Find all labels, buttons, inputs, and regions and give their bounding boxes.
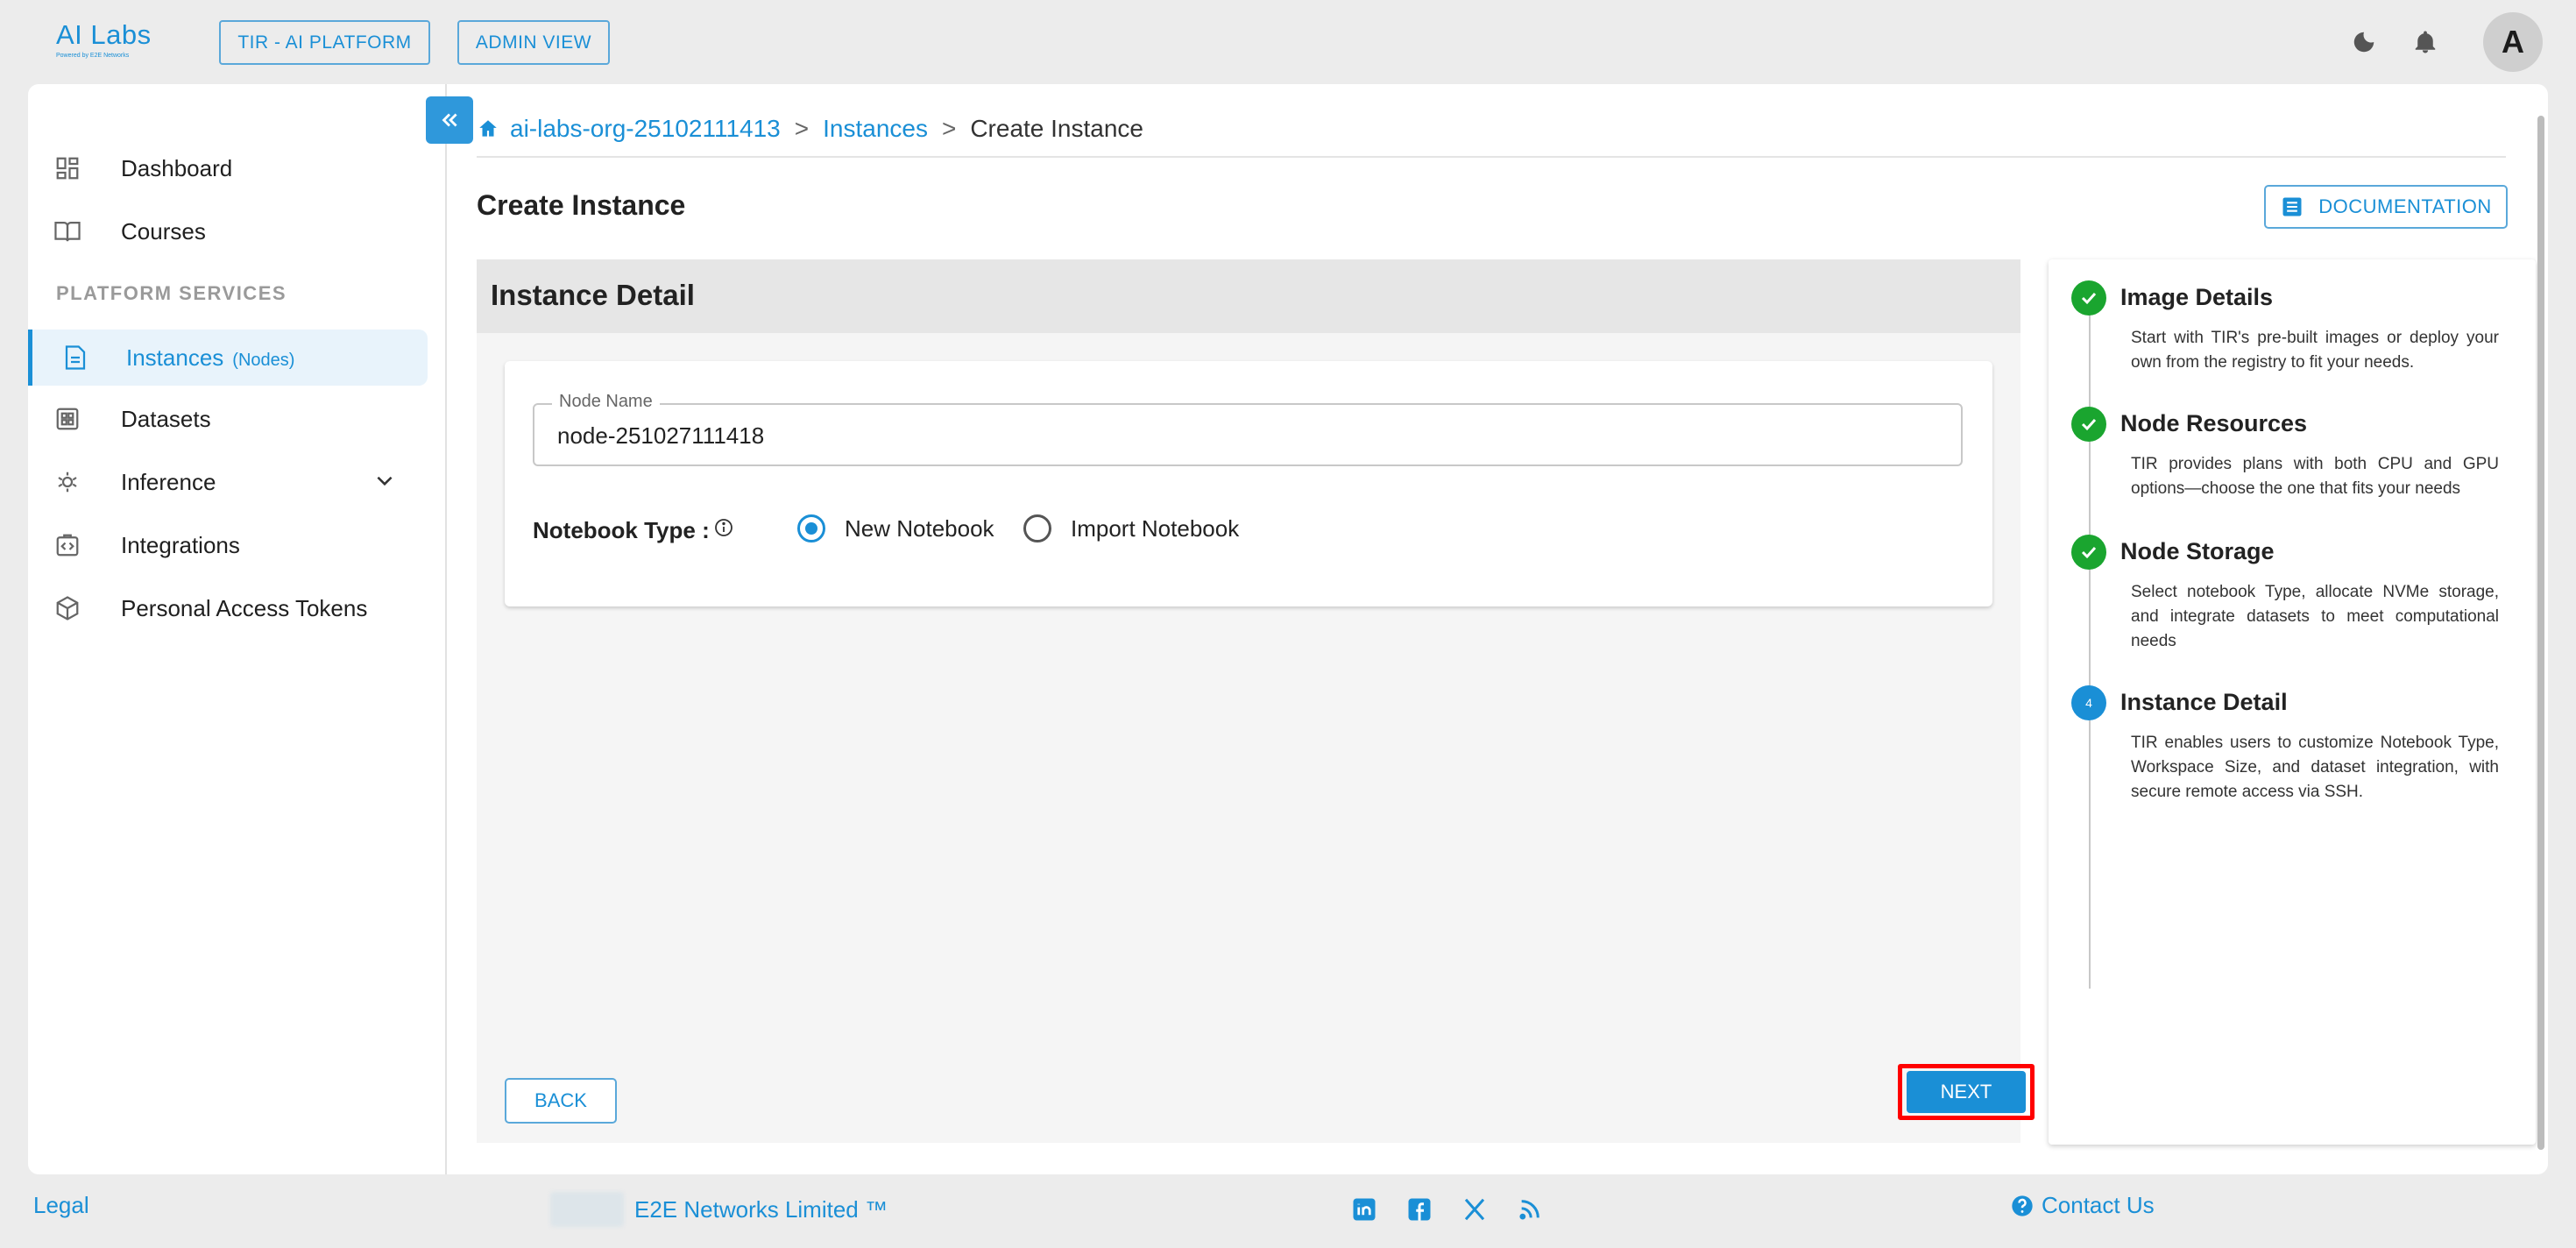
user-avatar[interactable]: A — [2483, 12, 2543, 72]
documentation-button[interactable]: DOCUMENTATION — [2264, 185, 2508, 229]
home-icon[interactable] — [477, 117, 499, 140]
tir-platform-button[interactable]: TIR - AI PLATFORM — [219, 20, 430, 65]
radio-selected-icon — [797, 514, 825, 542]
dark-mode-icon[interactable] — [2345, 23, 2383, 61]
check-icon — [2071, 280, 2106, 316]
sidebar: Dashboard Courses PLATFORM SERVICES Inst… — [28, 84, 447, 1174]
breadcrumb: ai-labs-org-25102111413 > Instances > Cr… — [477, 109, 1143, 149]
sidebar-item-inference[interactable]: Inference — [28, 454, 428, 510]
step-description: TIR provides plans with both CPU and GPU… — [2131, 455, 2499, 498]
sidebar-item-personal-access-tokens[interactable]: Personal Access Tokens — [28, 580, 428, 636]
breadcrumb-separator: > — [941, 115, 957, 142]
breadcrumb-instances-link[interactable]: Instances — [823, 115, 928, 143]
contact-us-label: Contact Us — [2042, 1192, 2155, 1218]
instance-detail-title: Instance Detail — [491, 279, 695, 311]
instance-detail-card: Node Name node-251027111418 Notebook Typ… — [505, 361, 1992, 606]
notification-bell-icon[interactable] — [2406, 23, 2445, 61]
platform-services-heading: PLATFORM SERVICES — [56, 282, 287, 304]
sidebar-item-label: Integrations — [121, 531, 240, 558]
breadcrumb-current: Create Instance — [970, 115, 1143, 142]
nodes-sublabel: (Nodes) — [232, 350, 295, 370]
notebook-type-text: Notebook Type : — [533, 517, 710, 543]
main-panel: Dashboard Courses PLATFORM SERVICES Inst… — [28, 84, 2548, 1174]
instance-detail-panel: Instance Detail Node Name node-251027111… — [477, 259, 2035, 1143]
ai-labs-logo[interactable]: AI Labs Powered by E2E Networks — [56, 19, 170, 68]
inference-icon — [53, 467, 82, 497]
next-button[interactable]: NEXT — [1907, 1071, 2026, 1113]
document-list-icon — [2282, 197, 2302, 216]
top-bar: AI Labs Powered by E2E Networks TIR - AI… — [0, 0, 2576, 84]
page-title: Create Instance — [477, 189, 686, 221]
logo-subtext: Powered by E2E Networks — [56, 53, 130, 59]
breadcrumb-org-link[interactable]: ai-labs-org-25102111413 — [510, 115, 781, 143]
double-chevron-left-icon — [442, 113, 457, 127]
sidebar-item-datasets[interactable]: Datasets — [28, 391, 428, 447]
step-description: Select notebook Type, allocate NVMe stor… — [2131, 583, 2499, 650]
sidebar-item-label: Personal Access Tokens — [121, 594, 368, 621]
radio-label: New Notebook — [845, 514, 994, 542]
node-name-value: node-251027111418 — [557, 422, 765, 449]
progress-stepper: Image Details Start with TIR's pre-built… — [2049, 259, 2536, 1145]
logo-text: AI Labs — [56, 19, 152, 50]
footer: Legal E2E Networks Limited ™ Contact Us — [0, 1174, 2576, 1248]
radio-import-notebook[interactable]: Import Notebook — [1023, 514, 1239, 542]
sidebar-item-instances[interactable]: Instances (Nodes) — [28, 330, 428, 386]
company-text: E2E Networks Limited ™ — [634, 1195, 888, 1223]
chevron-down-icon[interactable] — [373, 469, 396, 496]
collapse-sidebar-button[interactable] — [426, 96, 473, 144]
notebook-type-label: Notebook Type : — [533, 517, 734, 544]
step-description: TIR enables users to customize Notebook … — [2131, 734, 2499, 801]
node-name-label: Node Name — [552, 392, 660, 412]
sidebar-item-integrations[interactable]: Integrations — [28, 517, 428, 573]
info-icon[interactable] — [713, 517, 734, 538]
back-button[interactable]: BACK — [505, 1078, 617, 1124]
rss-icon[interactable] — [1511, 1190, 1549, 1229]
dashboard-icon — [53, 153, 82, 183]
check-icon — [2071, 407, 2106, 442]
x-icon[interactable] — [1455, 1190, 1494, 1229]
step-title: Instance Detail — [2120, 689, 2288, 715]
grid-icon — [53, 404, 82, 434]
step-title: Image Details — [2120, 284, 2274, 310]
instances-label: Instances — [126, 344, 224, 371]
radio-label: Import Notebook — [1071, 514, 1240, 542]
step-title: Node Resources — [2120, 410, 2308, 436]
sidebar-item-label: Dashboard — [121, 154, 233, 181]
radio-new-notebook[interactable]: New Notebook — [797, 514, 994, 542]
admin-view-button[interactable]: ADMIN VIEW — [457, 20, 610, 65]
document-icon — [60, 343, 90, 372]
contact-us-link[interactable]: Contact Us — [2010, 1192, 2155, 1219]
breadcrumb-divider — [477, 156, 2506, 158]
step-description: Start with TIR's pre-built images or dep… — [2131, 329, 2499, 372]
sidebar-item-dashboard[interactable]: Dashboard — [28, 140, 428, 196]
integrations-icon — [53, 530, 82, 560]
check-icon — [2071, 535, 2106, 570]
legal-link[interactable]: Legal — [33, 1192, 89, 1219]
company-name: E2E Networks Limited ™ — [550, 1192, 888, 1227]
sidebar-item-label: Instances (Nodes) — [126, 344, 294, 372]
page-scrollbar[interactable] — [2537, 116, 2544, 1150]
node-name-field[interactable]: Node Name node-251027111418 — [533, 392, 1963, 466]
step-number-badge: 4 — [2071, 685, 2106, 720]
documentation-label: DOCUMENTATION — [2318, 195, 2492, 217]
facebook-icon[interactable] — [1400, 1190, 1439, 1229]
radio-unselected-icon — [1023, 514, 1051, 542]
step-title: Node Storage — [2120, 538, 2275, 564]
instance-detail-header: Instance Detail — [477, 259, 2020, 333]
sidebar-item-courses[interactable]: Courses — [28, 203, 428, 259]
next-button-highlight: NEXT — [1898, 1064, 2035, 1120]
book-icon — [53, 216, 82, 246]
sidebar-item-label: Datasets — [121, 405, 211, 432]
linkedin-icon[interactable] — [1345, 1190, 1384, 1229]
sidebar-item-label: Inference — [121, 468, 216, 495]
sidebar-item-label: Courses — [121, 217, 206, 245]
help-icon — [2012, 1195, 2033, 1216]
cube-icon — [53, 593, 82, 623]
breadcrumb-separator: > — [794, 115, 810, 142]
company-logo — [550, 1192, 624, 1227]
